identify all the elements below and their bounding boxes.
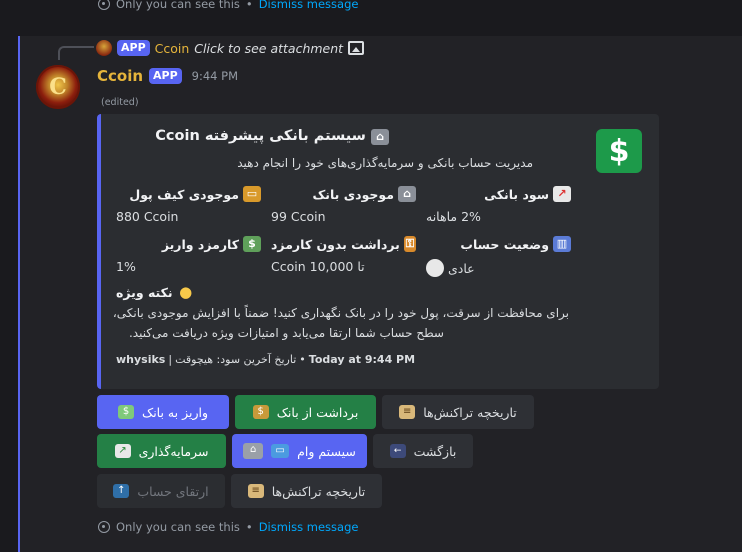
- button-label: بازگشت: [413, 443, 457, 459]
- field-name: سود بانکی: [484, 186, 549, 202]
- field-value: عادی: [448, 260, 475, 276]
- bar-chart-icon: ▥: [553, 236, 571, 252]
- note-title: ● نکته ویژه: [116, 284, 195, 300]
- field-value: تا 10,000 Ccoin: [271, 259, 365, 274]
- field-name: برداشت بدون کارمزد: [271, 236, 400, 252]
- loan-system-button[interactable]: سیستم وام ▭ ⌂: [232, 434, 367, 468]
- note-text-line2: سطح حساب شما ارتقا می‌یابد و امتیازات وی…: [128, 326, 444, 340]
- button-label: سرمایه‌گذاری: [138, 443, 209, 459]
- field-value-row: عادی: [426, 259, 571, 277]
- money-wings-icon: $: [118, 405, 134, 419]
- button-label: تاریخچه تراکنش‌ها: [423, 404, 517, 420]
- field-profit: ↗ سود بانکی 2% ماهانه: [426, 186, 571, 224]
- avatar[interactable]: C: [36, 65, 80, 109]
- app-badge: APP: [149, 68, 182, 84]
- transaction-history-button[interactable]: تاریخچه تراکنش‌ها ≡: [382, 395, 534, 429]
- avatar-letter: C: [49, 74, 67, 100]
- field-name: موجودی بانک: [312, 186, 394, 202]
- ephemeral-text: Only you can see this: [116, 520, 240, 534]
- field-name: موجودی کیف پول: [129, 186, 239, 202]
- bank-icon: ⌂: [243, 443, 264, 459]
- bank-icon: ⌂: [398, 186, 416, 202]
- money-bag-icon: $: [252, 405, 269, 419]
- field-name: وضعیت حساب: [460, 236, 549, 252]
- embed-footer: whysiks | تاریخ آخرین سود: هیچوقت • Today at…: [116, 353, 416, 366]
- eye-icon: [98, 0, 110, 10]
- chart-up-icon: ↗: [114, 444, 131, 458]
- white-circle-icon: [426, 259, 444, 277]
- ephemeral-text: Only you can see this: [116, 0, 240, 11]
- reply-text[interactable]: Click to see attachment: [194, 41, 343, 56]
- image-icon: [348, 41, 365, 55]
- ephemeral-notice-bottom: Only you can see this • Dismiss message: [98, 520, 358, 534]
- lightbulb-icon: ●: [179, 283, 193, 301]
- credit-card-icon: ▭: [271, 444, 290, 458]
- dismiss-message-link[interactable]: Dismiss message: [259, 520, 359, 534]
- ephemeral-highlight-bar: [18, 36, 20, 552]
- footer-last-profit: تاریخ آخرین سود: هیچوقت: [175, 353, 297, 366]
- dollar-icon: $: [608, 133, 630, 169]
- field-name: کارمزد واریز: [161, 236, 239, 252]
- field-bank: ⌂ موجودی بانک 99 Ccoin: [271, 186, 416, 224]
- dismiss-message-link[interactable]: Dismiss message: [259, 0, 359, 11]
- note-text-line1: برای محافظت از سرقت، پول خود را در بانک …: [112, 306, 569, 320]
- timestamp[interactable]: 9:44 PM: [192, 69, 238, 83]
- edited-label: (edited): [101, 97, 139, 108]
- ephemeral-notice-top: Only you can see this • Dismiss message: [98, 0, 358, 11]
- reply-author[interactable]: Ccoin: [155, 41, 190, 56]
- footer-author: whysiks: [116, 353, 166, 366]
- dollar-thumbnail[interactable]: $: [596, 129, 642, 173]
- button-label: برداشت از بانک: [276, 404, 359, 420]
- field-deposit-fee: $ کارمزد واریز 1%: [116, 236, 261, 274]
- deposit-button[interactable]: واریز به بانک $: [97, 395, 229, 429]
- field-account-status: ▥ وضعیت حساب عادی: [426, 236, 571, 277]
- reply-avatar: [96, 40, 112, 56]
- button-label: تاریخچه تراکنش‌ها: [271, 483, 366, 499]
- up-arrow-icon: ↑: [113, 484, 130, 498]
- bank-icon: ⌂: [371, 129, 389, 145]
- reply-reference[interactable]: APP Ccoin Click to see attachment: [96, 40, 365, 56]
- embed: ⌂ سیستم بانکی پیشرفته Ccoin مدیریت حساب …: [97, 114, 659, 389]
- money-wings-icon: $: [243, 236, 261, 252]
- footer-time: Today at 9:44 PM: [308, 353, 416, 366]
- separator-dot: •: [245, 0, 253, 11]
- button-label: ارتقای حساب: [137, 483, 209, 499]
- field-value: 1%: [116, 259, 136, 274]
- field-value: 99 Ccoin: [271, 209, 326, 224]
- field-value: 880 Ccoin: [116, 209, 179, 224]
- embed-title-text: سیستم بانکی پیشرفته Ccoin: [155, 128, 366, 144]
- credit-card-icon: ▭: [243, 186, 261, 202]
- chart-up-icon: ↗: [553, 186, 571, 202]
- lock-key-icon: ⚿: [403, 236, 416, 252]
- button-label: واریز به بانک: [142, 404, 209, 420]
- username[interactable]: Ccoin: [97, 67, 143, 85]
- separator-dot: •: [245, 520, 253, 534]
- app-badge: APP: [117, 40, 150, 56]
- transaction-history-button-2[interactable]: تاریخچه تراکنش‌ها ≡: [231, 474, 382, 508]
- embed-title: ⌂ سیستم بانکی پیشرفته Ccoin: [155, 128, 389, 145]
- reply-connector: [58, 46, 94, 60]
- invest-button[interactable]: سرمایه‌گذاری ↗: [97, 434, 226, 468]
- eye-icon: [98, 521, 110, 533]
- field-wallet: ▭ موجودی کیف پول 880 Ccoin: [116, 186, 261, 224]
- field-value: 2% ماهانه: [426, 209, 481, 224]
- clipboard-icon: ≡: [399, 405, 416, 419]
- back-arrow-icon: ←: [389, 444, 406, 458]
- button-label: سیستم وام: [297, 443, 356, 459]
- message-header: Ccoin APP 9:44 PM: [97, 67, 238, 85]
- note-name: نکته ویژه: [116, 284, 173, 300]
- clipboard-icon: ≡: [247, 484, 264, 498]
- field-free-withdraw: ⚿ برداشت بدون کارمزد تا 10,000 Ccoin: [271, 236, 416, 274]
- embed-description: مدیریت حساب بانکی و سرمایه‌گذاری‌های خود…: [237, 156, 533, 170]
- upgrade-account-button[interactable]: ارتقای حساب ↑: [97, 474, 225, 508]
- back-button[interactable]: بازگشت ←: [373, 434, 473, 468]
- withdraw-button[interactable]: برداشت از بانک $: [235, 395, 376, 429]
